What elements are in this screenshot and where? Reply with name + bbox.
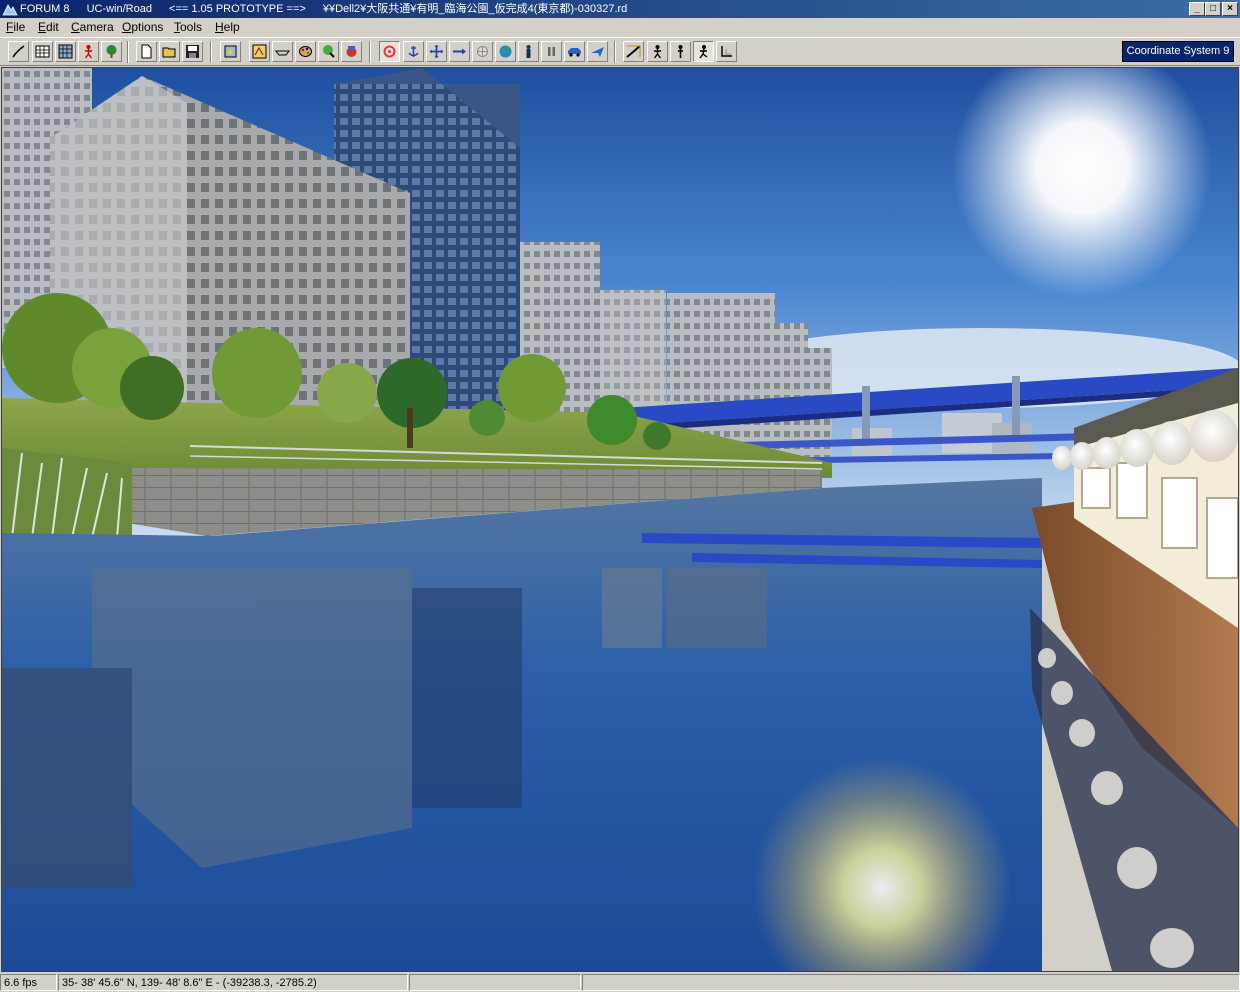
model-icon [346, 46, 357, 57]
toolbar: Coordinate System 9 [0, 37, 1240, 66]
arrow-move-button[interactable] [449, 41, 470, 62]
tree-icon [106, 45, 117, 58]
title-file-path: ¥¥Dell2¥大阪共通¥有明_臨海公園_仮完成4(東京都)-030327.rd [322, 3, 628, 15]
model-button[interactable] [341, 41, 362, 62]
coordinate-system-button[interactable]: Coordinate System 9 [1122, 41, 1234, 62]
3d-viewport[interactable] [1, 67, 1239, 972]
status-panel-empty-2 [582, 974, 1240, 991]
person-icon [84, 45, 93, 59]
texture-icon [252, 44, 267, 59]
3d-scene[interactable] [2, 68, 1238, 971]
road-edit-icon [12, 45, 25, 58]
figure-icon [526, 45, 531, 58]
vegetation-icon [323, 45, 335, 58]
globe-button[interactable] [495, 41, 516, 62]
menu-camera[interactable]: Camera [69, 18, 116, 36]
person-button[interactable] [78, 41, 99, 62]
plane-icon [591, 47, 604, 57]
rotate-button[interactable] [379, 41, 400, 62]
title-company: FORUM 8 [20, 3, 70, 15]
stand-person-button[interactable] [670, 41, 691, 62]
menu-edit-mnemonic: E [38, 20, 47, 34]
grid-button[interactable] [32, 41, 53, 62]
export-button[interactable] [220, 41, 241, 62]
texture-button[interactable] [249, 41, 270, 62]
plane-button[interactable] [587, 41, 608, 62]
car-icon [568, 48, 581, 57]
globe-icon [499, 45, 512, 58]
application-window: FORUM 8 UC-win/Road <== 1.05 PROTOTYPE =… [0, 0, 1240, 992]
position-readout: 35- 38' 45.6" N, 139- 48' 8.6" E - (-392… [58, 974, 408, 991]
navigate-button[interactable] [472, 41, 493, 62]
rotate-icon [383, 45, 396, 58]
close-button[interactable]: × [1222, 2, 1238, 16]
menu-bar: File Edit Camera Options Tools Help [0, 18, 1240, 36]
save-button[interactable] [182, 41, 203, 62]
road-edit-button[interactable] [8, 41, 29, 62]
menu-file[interactable]: File [4, 18, 27, 36]
view-icon [626, 45, 641, 58]
window-title: FORUM 8 UC-win/Road <== 1.05 PROTOTYPE =… [20, 0, 641, 18]
run-person-button[interactable] [693, 41, 714, 62]
save-icon [186, 45, 199, 58]
menu-options-mnemonic: O [122, 20, 132, 34]
menu-help-label: elp [223, 20, 240, 34]
run-person-icon [699, 45, 708, 59]
export-icon [224, 45, 237, 58]
menu-help-mnemonic: H [215, 20, 224, 34]
maximize-button[interactable]: □ [1205, 2, 1221, 16]
terrain-grid-button[interactable] [55, 41, 76, 62]
stand-person-icon [678, 45, 683, 58]
new-file-icon [141, 44, 152, 59]
walk-person-button[interactable] [647, 41, 668, 62]
menu-help[interactable]: Help [213, 18, 242, 36]
terrain-grid-icon [58, 44, 73, 59]
figure-button[interactable] [518, 41, 539, 62]
title-bar[interactable]: FORUM 8 UC-win/Road <== 1.05 PROTOTYPE =… [0, 0, 1240, 18]
menu-tools-label: ools [180, 20, 203, 34]
menu-options-label: ptions [131, 20, 164, 34]
cross-section-button[interactable] [272, 41, 293, 62]
anchor-icon [408, 46, 419, 57]
grid-icon [35, 45, 50, 58]
forum8-logo-icon [2, 4, 18, 16]
menu-camera-label: amera [79, 20, 114, 34]
move-button[interactable] [426, 41, 447, 62]
pause-icon [548, 47, 555, 56]
vegetation-button[interactable] [318, 41, 339, 62]
menu-file-label: ile [13, 20, 26, 34]
new-file-button[interactable] [136, 41, 157, 62]
arrow-move-icon [453, 48, 466, 55]
car-button[interactable] [564, 41, 585, 62]
status-bar: 6.6 fps 35- 38' 45.6" N, 139- 48' 8.6" E… [0, 973, 1240, 992]
view-button[interactable] [623, 41, 644, 62]
menu-options[interactable]: Options [120, 18, 165, 36]
menu-camera-mnemonic: C [71, 20, 80, 34]
move-icon [430, 45, 443, 58]
reset-view-button[interactable] [716, 41, 737, 62]
open-file-icon [162, 47, 176, 58]
anchor-button[interactable] [403, 41, 424, 62]
cross-section-icon [275, 50, 290, 56]
status-panel-empty-1 [409, 974, 581, 991]
pause-button[interactable] [541, 41, 562, 62]
minimize-button[interactable]: _ [1189, 2, 1205, 16]
menu-tools[interactable]: Tools [172, 18, 204, 36]
reset-view-icon [721, 46, 732, 57]
tree-button[interactable] [101, 41, 122, 62]
navigate-icon [477, 46, 488, 57]
menu-edit[interactable]: Edit [36, 18, 61, 36]
title-app: UC-win/Road [86, 3, 152, 15]
title-version: <== 1.05 PROTOTYPE ==> [169, 3, 306, 15]
menu-edit-label: dit [46, 20, 59, 34]
open-file-button[interactable] [159, 41, 180, 62]
fps-readout: 6.6 fps [0, 974, 57, 991]
yakatabune-boat [1030, 368, 1238, 971]
palette-button[interactable] [295, 41, 316, 62]
walk-person-icon [653, 45, 662, 59]
palette-icon [299, 46, 312, 57]
